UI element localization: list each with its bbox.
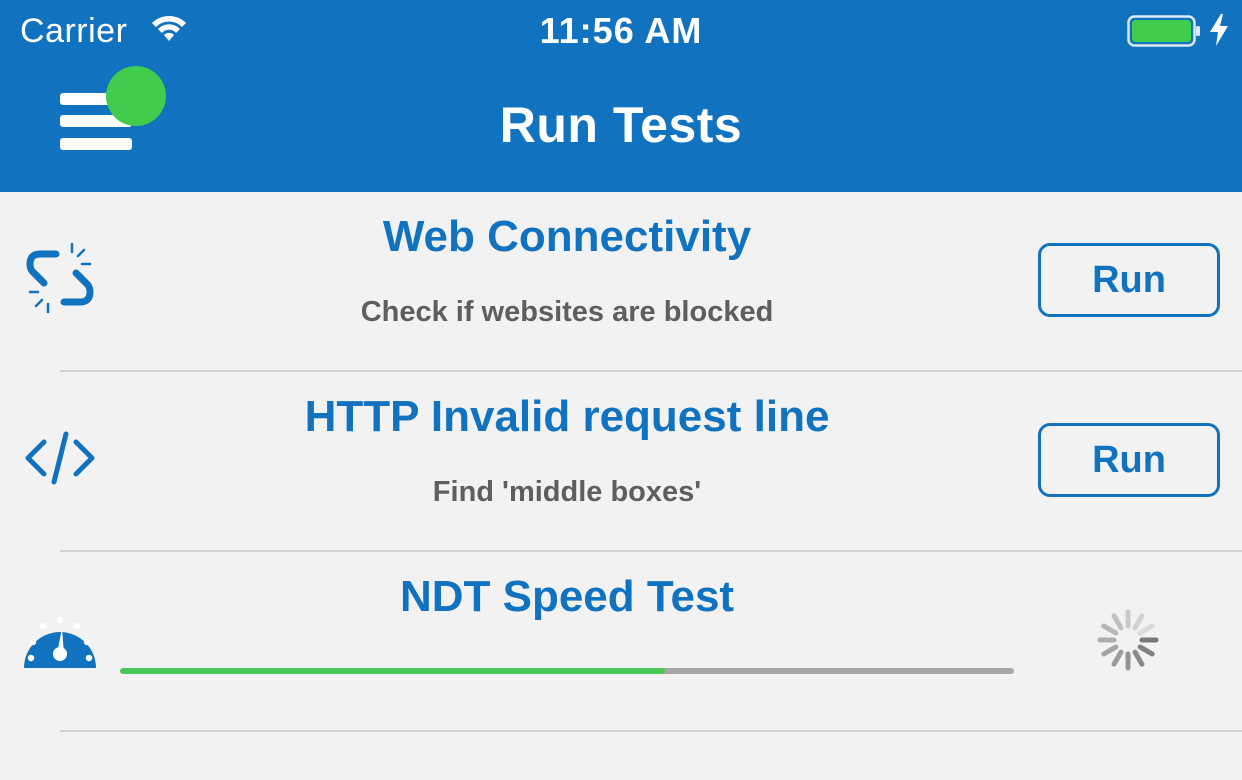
spinner-icon — [1097, 609, 1159, 671]
test-description: Find 'middle boxes' — [432, 476, 702, 508]
test-row-http-invalid-request-line: HTTP Invalid request line Find 'middle b… — [0, 372, 1242, 552]
test-title: HTTP Invalid request line — [304, 392, 830, 441]
page-title: Run Tests — [499, 97, 743, 153]
run-web-connectivity-button[interactable]: Run — [1038, 243, 1220, 317]
charging-icon — [1210, 14, 1228, 46]
broken-link-icon — [26, 242, 94, 314]
test-row-ndt-speed-test: NDT Speed Test — [0, 552, 1242, 732]
progress-fill — [120, 668, 666, 674]
speedometer-icon — [24, 616, 96, 668]
test-row-web-connectivity: Web Connectivity Check if websites are b… — [0, 192, 1242, 372]
battery-icon — [1127, 15, 1200, 47]
navigation-header: Carrier 11:56 AM Run Tests — [0, 0, 1242, 192]
clock-time: 11:56 AM — [539, 10, 703, 51]
test-description: Check if websites are blocked — [360, 296, 774, 328]
app-screen: Carrier 11:56 AM Run Tests Web Connectiv… — [0, 0, 1242, 780]
run-http-invalid-request-line-button[interactable]: Run — [1038, 423, 1220, 497]
test-title: Web Connectivity — [382, 212, 752, 261]
status-bar: Carrier 11:56 AM — [0, 0, 1242, 64]
code-tag-icon — [25, 431, 95, 485]
row-divider — [60, 730, 1242, 732]
test-title: NDT Speed Test — [399, 572, 735, 621]
speed-test-progress-bar — [120, 668, 1014, 674]
